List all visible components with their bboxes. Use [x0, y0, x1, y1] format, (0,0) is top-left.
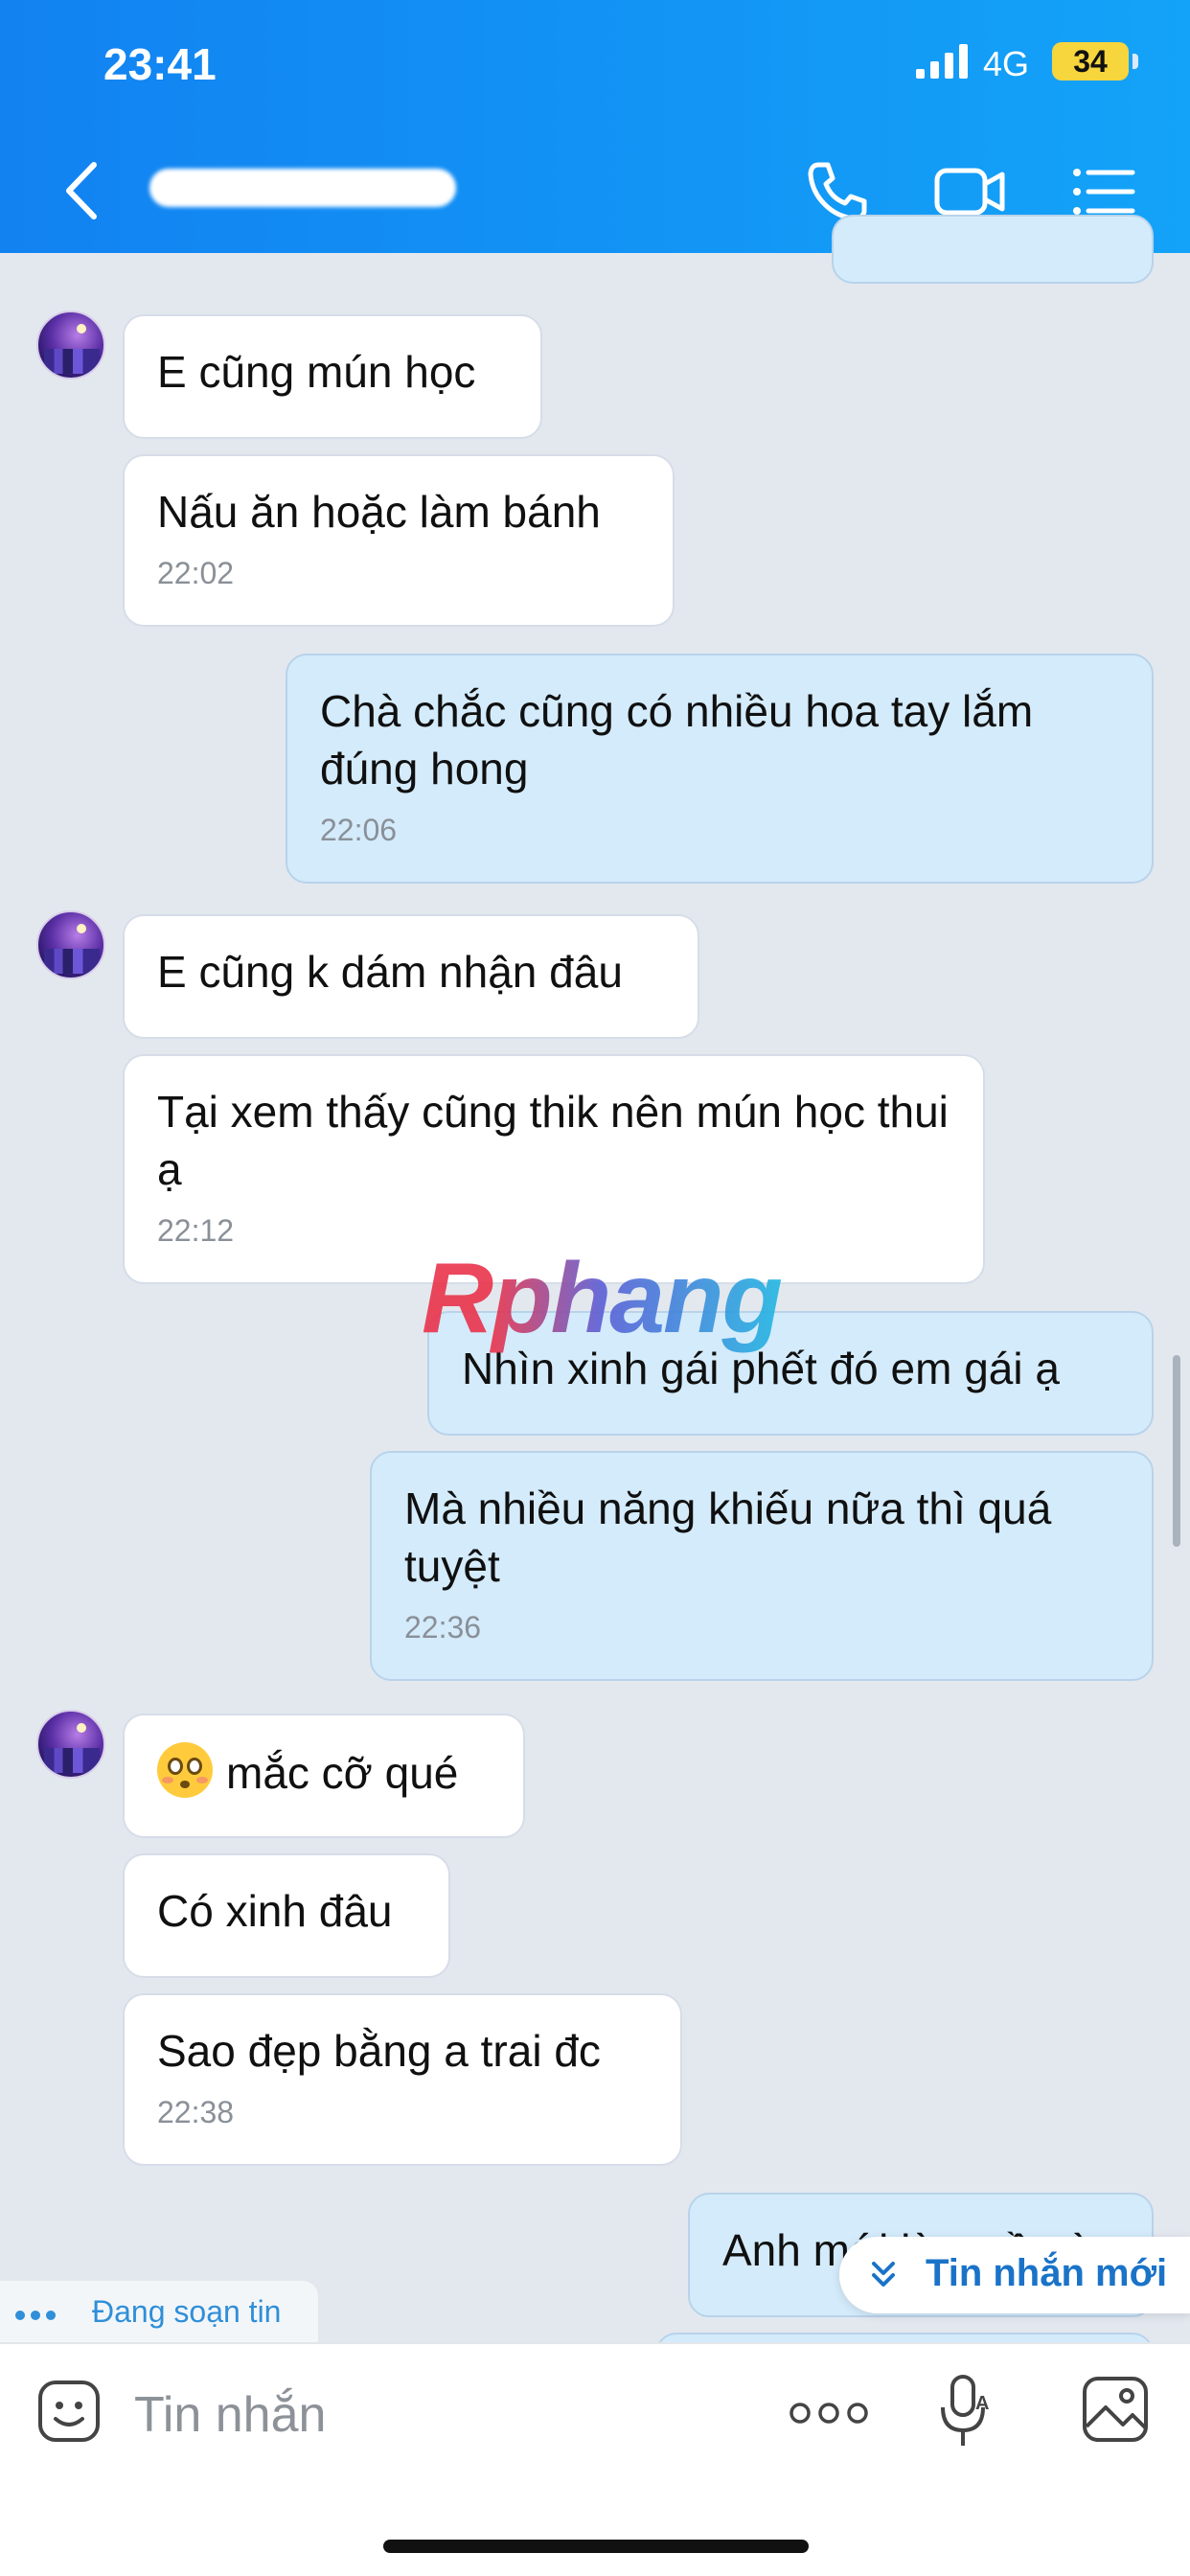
contact-avatar[interactable]: [36, 310, 105, 380]
network-type: 4G: [983, 44, 1030, 83]
message-bubble[interactable]: mắc cỡ qué: [123, 1714, 525, 1838]
image-gallery-icon[interactable]: [1079, 2373, 1152, 2446]
typing-dots-icon: [15, 2308, 61, 2325]
message-bubble[interactable]: Sao đẹp bằng a trai đc 22:38: [123, 1993, 682, 2166]
signal-icon: [916, 44, 968, 79]
home-indicator[interactable]: [383, 2540, 809, 2553]
message-time: 22:38: [157, 2095, 235, 2129]
battery-tip: [1133, 54, 1138, 69]
message-text: mắc cỡ qué: [226, 1748, 459, 1798]
redaction-mark: [149, 169, 456, 207]
message-bubble[interactable]: Chà chắc cũng có nhiều hoa tay lắm đúng …: [286, 654, 1154, 884]
message-text: Tại xem thấy cũng thik nên mún học thui …: [157, 1087, 949, 1194]
contact-name: T: [155, 163, 178, 206]
message-bubble-partial[interactable]: [832, 215, 1154, 284]
status-time: 23:41: [103, 39, 217, 89]
new-message-label: Tin nhắn mới: [926, 2252, 1168, 2294]
contact-name-redacted[interactable]: T: [149, 161, 456, 215]
message-time: 22:36: [404, 1610, 482, 1644]
message-text: Có xinh đâu: [157, 1886, 393, 1936]
back-arrow-icon[interactable]: [57, 157, 105, 224]
message-text: Mà nhiều năng khiếu nữa thì quá tuyệt: [404, 1484, 1052, 1591]
svg-text:A: A: [975, 2393, 989, 2414]
message-text: Sao đẹp bằng a trai đc: [157, 2026, 601, 2076]
message-text: Nấu ăn hoặc làm bánh: [157, 487, 601, 537]
message-bubble[interactable]: E cũng mún học: [123, 314, 542, 439]
contact-avatar[interactable]: [36, 910, 105, 979]
scrollbar[interactable]: [1173, 1355, 1180, 1547]
message-bubble[interactable]: E cũng k dám nhận đâu: [123, 914, 699, 1039]
message-time: 22:02: [157, 556, 235, 590]
message-time: 22:06: [320, 813, 398, 847]
typing-label: Đang soạn tin: [92, 2294, 282, 2329]
voice-to-text-icon[interactable]: A: [933, 2371, 1000, 2451]
message-bubble[interactable]: Nấu ăn hoặc làm bánh 22:02: [123, 454, 675, 627]
typing-indicator: Đang soạn tin: [0, 2281, 318, 2342]
message-text: E cũng mún học: [157, 347, 476, 397]
message-text: E cũng k dám nhận đâu: [157, 947, 623, 997]
message-bubble[interactable]: Mà nhiều năng khiếu nữa thì quá tuyệt 22…: [370, 1451, 1154, 1681]
flushed-face-icon: [157, 1742, 213, 1798]
new-message-button[interactable]: Tin nhắn mới: [839, 2237, 1190, 2313]
contact-avatar[interactable]: [36, 1710, 105, 1779]
message-input[interactable]: [134, 2377, 747, 2453]
double-chevron-down-icon: [872, 2262, 895, 2287]
battery-level: 34: [1052, 42, 1129, 80]
message-bubble[interactable]: Có xinh đâu: [123, 1853, 450, 1978]
sticker-icon[interactable]: [34, 2377, 103, 2446]
watermark-logo: Rphang: [422, 1243, 783, 1354]
more-options-icon[interactable]: [786, 2394, 872, 2432]
message-text: Chà chắc cũng có nhiều hoa tay lắm đúng …: [320, 686, 1034, 794]
